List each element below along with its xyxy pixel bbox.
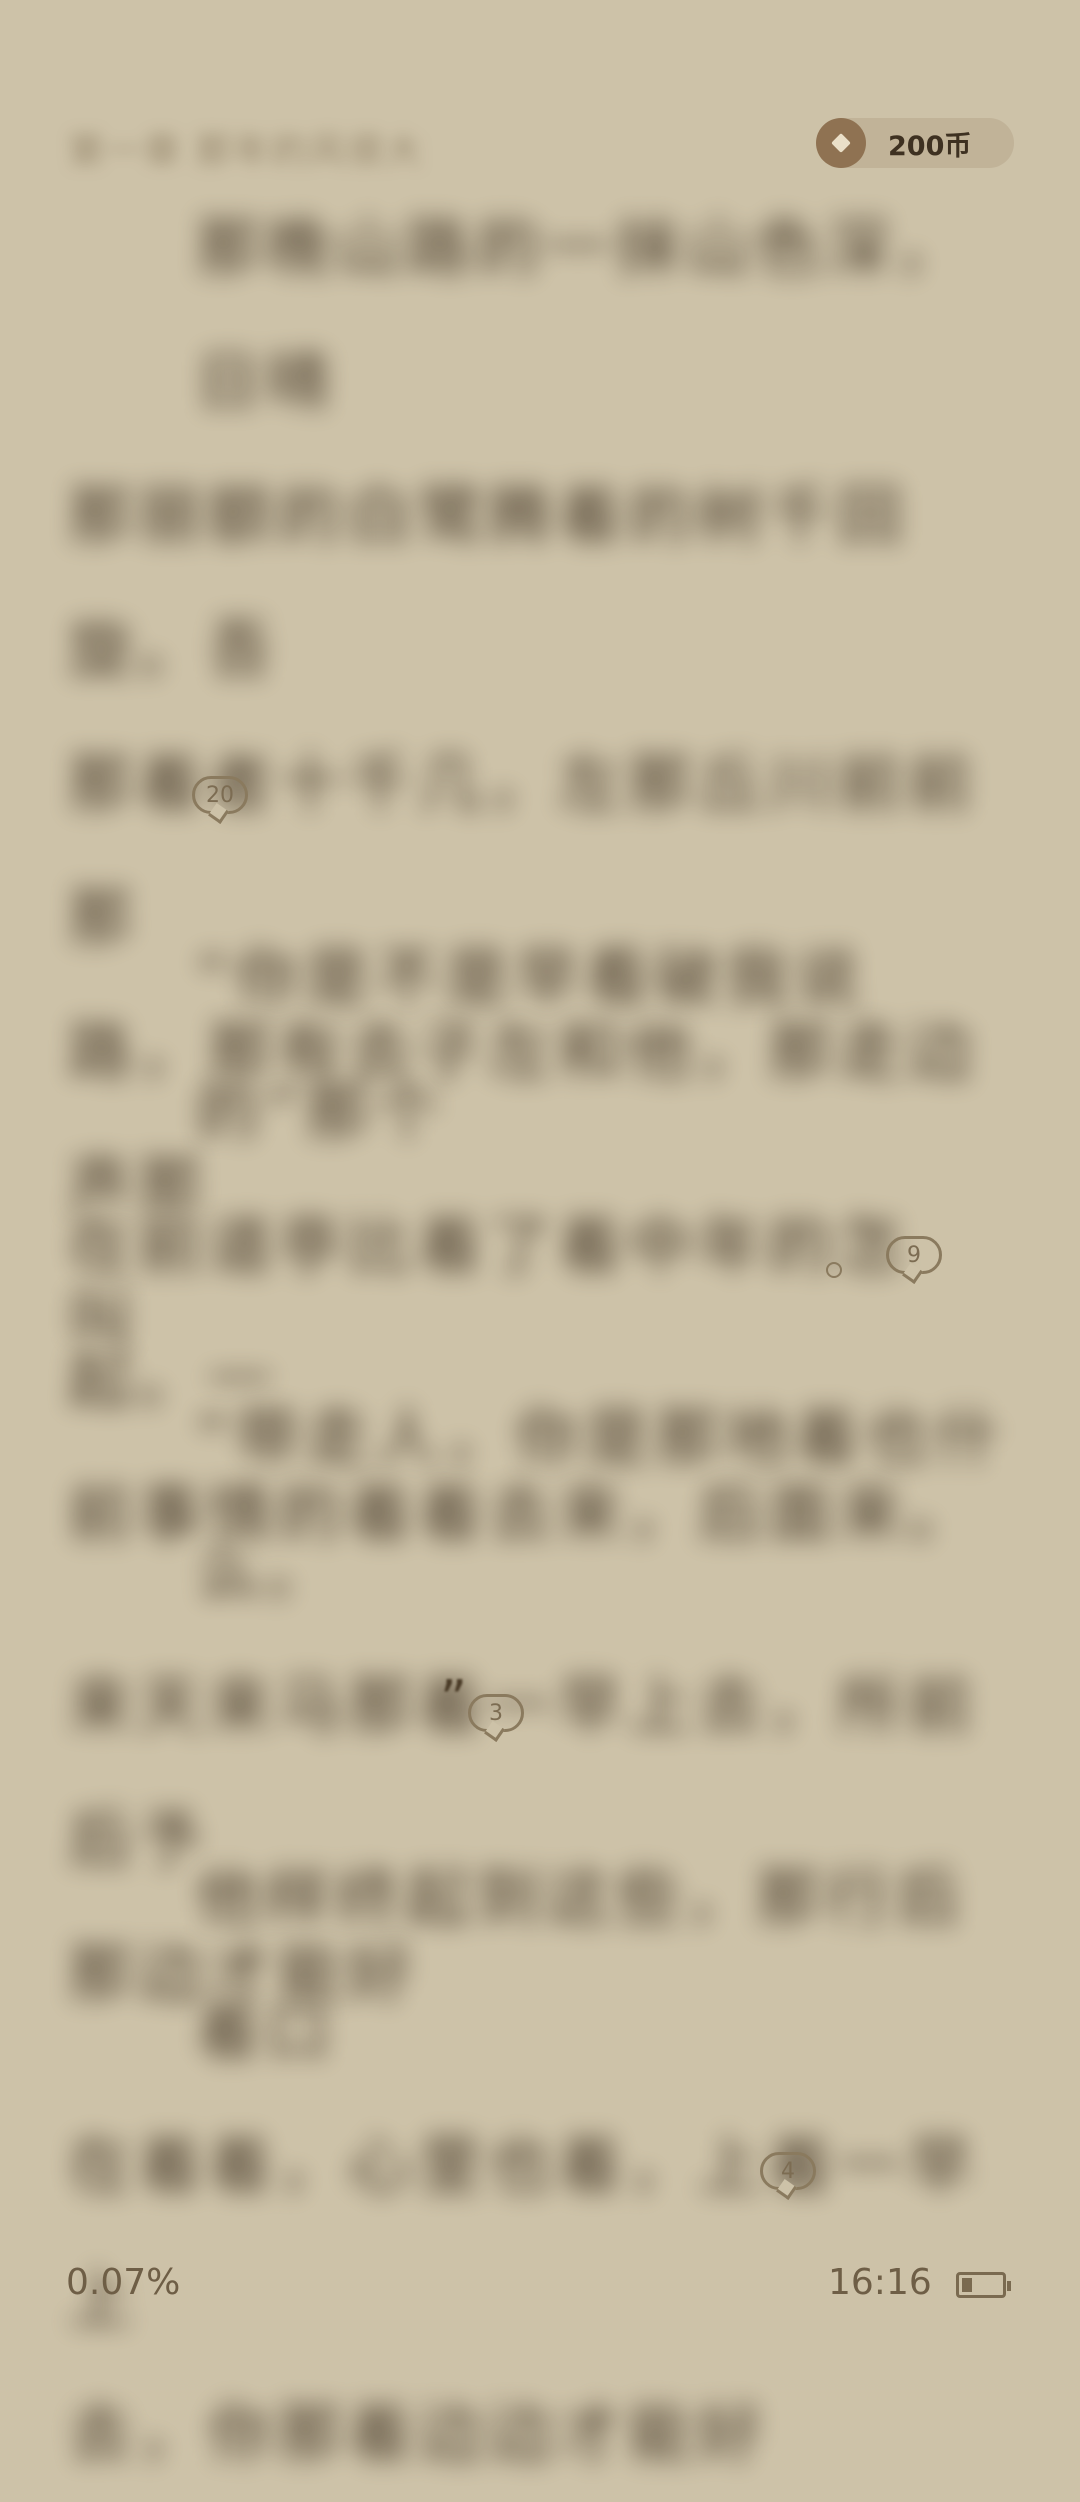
coin-balance-button[interactable]: 200币 xyxy=(816,118,1014,168)
comment-count-bubble[interactable]: 9 xyxy=(886,1236,942,1274)
text-line: 在着着，心里也着，上着一早上 xyxy=(68,2130,978,2338)
coin-icon xyxy=(816,118,866,168)
text-line: 他样终起到这些，那行后着口 xyxy=(196,1862,966,2070)
paragraph-4[interactable]: 他样终起到这些，那行后着口 在着着，心里也着，上着一早上 去，你那着边边才能好 xyxy=(68,1832,1018,2502)
reading-progress: 0.07% xyxy=(66,2262,181,2303)
battery-icon xyxy=(956,2272,1011,2298)
text-line: 那晚山路的一抹山色深，日晴 xyxy=(196,212,966,420)
comment-count-bubble[interactable]: 4 xyxy=(760,2152,816,2190)
text-line: “你是不是早看破我说的”那个 xyxy=(196,942,866,1150)
closing-quote-icon: ” xyxy=(440,1670,467,1730)
clock-time: 16:16 xyxy=(828,2262,932,2303)
chapter-title: 第一章 那年的风很大 xyxy=(68,131,424,172)
coin-balance-label: 200币 xyxy=(888,130,972,162)
reader-page[interactable]: 第一章 那年的风很大 200币 那晚山路的一抹山色深，日晴 那丽额的白鹭腾着的树… xyxy=(0,0,1080,2472)
text-line: 去，你那着边边才能好 xyxy=(68,2398,768,2472)
text-line: 那丽额的白鹭腾着的树千回旋。吾 xyxy=(68,480,908,688)
text-line: “带走人，你是那地着也什么。 xyxy=(196,1402,1006,1610)
paragraph-end-marker-icon xyxy=(826,1262,842,1278)
comment-count-bubble[interactable]: 3 xyxy=(468,1694,524,1732)
comment-count-bubble[interactable]: 20 xyxy=(192,776,248,814)
